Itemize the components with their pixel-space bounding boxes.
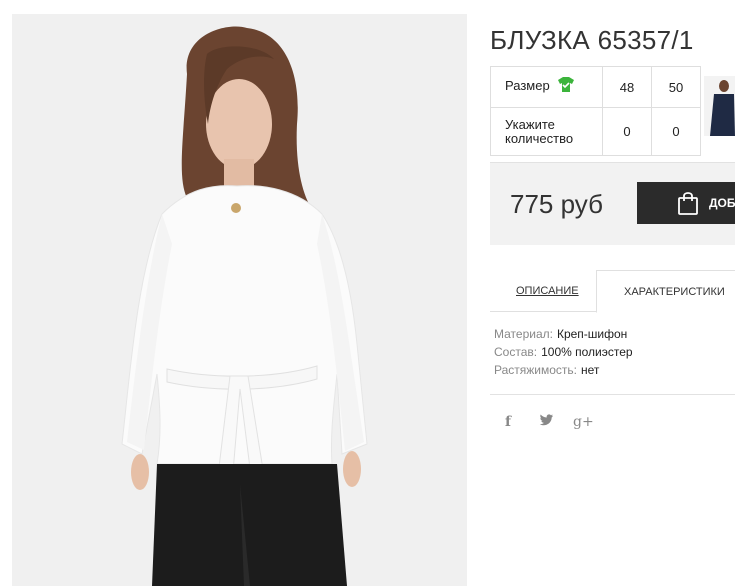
- characteristic-key: Материал:: [494, 327, 553, 341]
- characteristic-value: нет: [581, 363, 600, 377]
- quantity-label-line1: Укажите: [505, 116, 555, 132]
- price: 775 руб: [510, 189, 603, 219]
- characteristic-row: Материал: Креп-шифон: [494, 327, 633, 345]
- characteristic-row: Состав: 100% полиэстер: [494, 345, 633, 363]
- google-plus-icon[interactable]: g+: [573, 414, 607, 430]
- twitter-icon[interactable]: [539, 414, 573, 430]
- tab-characteristics[interactable]: ХАРАКТЕРИСТИКИ: [596, 270, 735, 313]
- product-tabs: ОПИСАНИЕ ХАРАКТЕРИСТИКИ: [490, 270, 735, 313]
- characteristic-key: Растяжимость:: [494, 363, 578, 377]
- characteristic-key: Состав:: [494, 345, 538, 359]
- product-photo[interactable]: [12, 14, 467, 586]
- t-shirt-icon[interactable]: [557, 76, 574, 95]
- facebook-icon[interactable]: f: [505, 414, 539, 430]
- add-to-cart-button[interactable]: ДОБ: [637, 182, 735, 224]
- add-to-cart-label: ДОБ: [709, 196, 735, 210]
- tab-characteristics-label: ХАРАКТЕРИСТИКИ: [624, 286, 725, 298]
- price-bar: 775 руб ДОБ: [490, 162, 735, 245]
- quantity-input-50[interactable]: 0: [651, 107, 701, 156]
- quantity-row: Укажите количество 0 0: [490, 107, 701, 156]
- quantity-label-line2: количество: [505, 130, 574, 146]
- characteristic-row: Растяжимость: нет: [494, 363, 633, 381]
- size-label-cell: Размер: [490, 66, 603, 108]
- size-quantity-table: Размер 48 50 Укажите количество 0 0: [490, 66, 701, 156]
- characteristics-list: Материал: Креп-шифон Состав: 100% полиэсте…: [494, 327, 633, 381]
- section-divider: [490, 394, 735, 395]
- product-thumbnail[interactable]: [704, 76, 735, 136]
- characteristic-value: Креп-шифон: [556, 327, 628, 341]
- size-48: 48: [602, 66, 652, 108]
- size-label: Размер: [505, 78, 550, 94]
- size-row: Размер 48 50: [490, 66, 701, 108]
- tab-description[interactable]: ОПИСАНИЕ: [516, 285, 579, 297]
- size-50: 50: [651, 66, 701, 108]
- quantity-label-cell: Укажите количество: [490, 107, 603, 156]
- social-share: f g+: [505, 414, 607, 430]
- characteristic-value: 100% полиэстер: [541, 345, 633, 359]
- quantity-input-48[interactable]: 0: [602, 107, 652, 156]
- product-title: БЛУЗКА 65357/1: [490, 25, 694, 56]
- shopping-bag-icon: [677, 191, 699, 215]
